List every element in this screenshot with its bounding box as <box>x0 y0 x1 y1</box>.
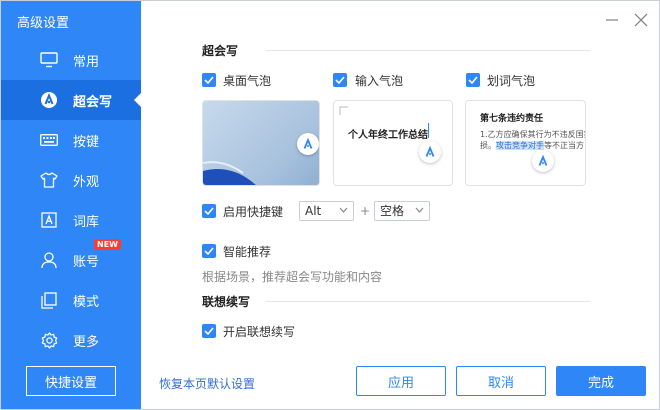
line2-prefix: 损。 <box>480 141 496 150</box>
highlighted-text: 攻击竞争对手 <box>496 141 544 150</box>
window-title: 高级设置 <box>17 16 70 31</box>
check-icon <box>204 327 214 335</box>
dictionary-icon <box>39 210 59 230</box>
smart-recommend-checkbox[interactable] <box>202 244 216 258</box>
chevron-down-icon <box>339 207 348 213</box>
sidebar-item-keys[interactable]: 按键 <box>1 120 141 160</box>
check-icon <box>204 247 214 255</box>
shortcut-modifier-select[interactable]: Alt <box>299 201 354 221</box>
smart-recommend-label: 智能推荐 <box>223 245 272 259</box>
shortcut-key-select[interactable]: 空格 <box>374 201 430 221</box>
check-icon <box>468 76 478 84</box>
input-bubble-label: 输入气泡 <box>355 74 404 88</box>
line2-suffix: 等不正当方 <box>544 141 584 150</box>
new-badge: NEW <box>94 239 121 250</box>
apply-button[interactable]: 应用 <box>356 366 446 396</box>
shortcut-checkbox[interactable] <box>202 204 216 218</box>
select-preview-title: 第七条违约责任 <box>480 114 544 124</box>
sidebar-item-label: 账号 <box>73 255 100 270</box>
select-bubble-preview: 第七条违约责任 1.乙方应确保其行为不违反国家 损。攻击竞争对手等不正当方 <box>465 100 586 186</box>
sidebar-item-label: 模式 <box>73 295 100 310</box>
check-icon <box>204 76 214 84</box>
sidebar-item-label: 超会写 <box>73 95 113 110</box>
gear-icon <box>39 330 59 350</box>
copy-icon <box>39 290 59 310</box>
section-divider <box>266 301 590 302</box>
bubble-logo-icon <box>297 133 319 155</box>
bubble-logo-icon <box>532 150 554 172</box>
chevron-down-icon <box>415 207 424 213</box>
user-icon <box>39 250 59 270</box>
input-bubble-preview: 个人年终工作总结 <box>333 100 453 186</box>
desktop-bubble-preview <box>202 100 320 186</box>
select-preview-line2: 损。攻击竞争对手等不正当方 <box>480 140 584 151</box>
pen-logo-icon <box>39 90 59 110</box>
sidebar-item-label: 更多 <box>73 335 100 350</box>
cancel-button[interactable]: 取消 <box>456 366 546 396</box>
shirt-icon <box>39 170 59 190</box>
section-title-chaohuixie: 超会写 <box>202 44 239 58</box>
sidebar-item-label: 词库 <box>73 215 100 230</box>
sidebar-item-mode[interactable]: 模式 <box>1 280 141 320</box>
input-bubble-checkbox[interactable] <box>333 73 347 87</box>
section-title-continuation: 联想续写 <box>202 295 251 309</box>
check-icon <box>204 207 214 215</box>
sidebar-item-label: 按键 <box>73 135 100 150</box>
settings-window: 高级设置 常用 超会写 按键 外观 词库 账号 NEW 模式 更多 快捷设置 超… <box>0 0 660 410</box>
select-value: 空格 <box>380 204 405 218</box>
minimize-icon <box>606 19 618 21</box>
sidebar-item-label: 常用 <box>73 55 100 70</box>
done-button[interactable]: 完成 <box>556 366 646 396</box>
plus-sign: + <box>360 204 371 218</box>
monitor-icon <box>39 50 59 70</box>
select-value: Alt <box>305 204 322 218</box>
sidebar-item-label: 外观 <box>73 175 100 190</box>
desktop-bubble-checkbox[interactable] <box>202 73 216 87</box>
continuation-checkbox[interactable] <box>202 324 216 338</box>
select-bubble-checkbox[interactable] <box>466 73 480 87</box>
check-icon <box>335 76 345 84</box>
sidebar-item-more[interactable]: 更多 <box>1 320 141 360</box>
sidebar-item-common[interactable]: 常用 <box>1 40 141 80</box>
sidebar: 高级设置 常用 超会写 按键 外观 词库 账号 NEW 模式 更多 快捷设置 <box>1 1 141 409</box>
input-preview-text: 个人年终工作总结 <box>348 130 428 141</box>
select-bubble-label: 划词气泡 <box>487 74 536 88</box>
desktop-bubble-label: 桌面气泡 <box>223 74 272 88</box>
smart-recommend-hint: 根据场景，推荐超会写功能和内容 <box>202 270 383 284</box>
close-button[interactable] <box>632 11 650 29</box>
quick-settings-button[interactable]: 快捷设置 <box>26 366 116 396</box>
text-cursor <box>428 123 429 138</box>
minimize-button[interactable] <box>603 11 621 29</box>
shortcut-label: 启用快捷键 <box>223 205 284 219</box>
sidebar-item-dictionary[interactable]: 词库 <box>1 200 141 240</box>
sidebar-item-appearance[interactable]: 外观 <box>1 160 141 200</box>
section-divider <box>266 50 590 51</box>
close-icon <box>634 13 648 27</box>
continuation-label: 开启联想续写 <box>223 325 296 339</box>
bubble-logo-icon <box>419 141 441 163</box>
sidebar-item-chaohuixie[interactable]: 超会写 <box>1 80 141 120</box>
select-preview-line1: 1.乙方应确保其行为不违反国家 <box>480 130 586 139</box>
restore-defaults-link[interactable]: 恢复本页默认设置 <box>159 375 255 392</box>
keyboard-icon <box>39 130 59 150</box>
corner-mark-icon <box>339 106 348 115</box>
